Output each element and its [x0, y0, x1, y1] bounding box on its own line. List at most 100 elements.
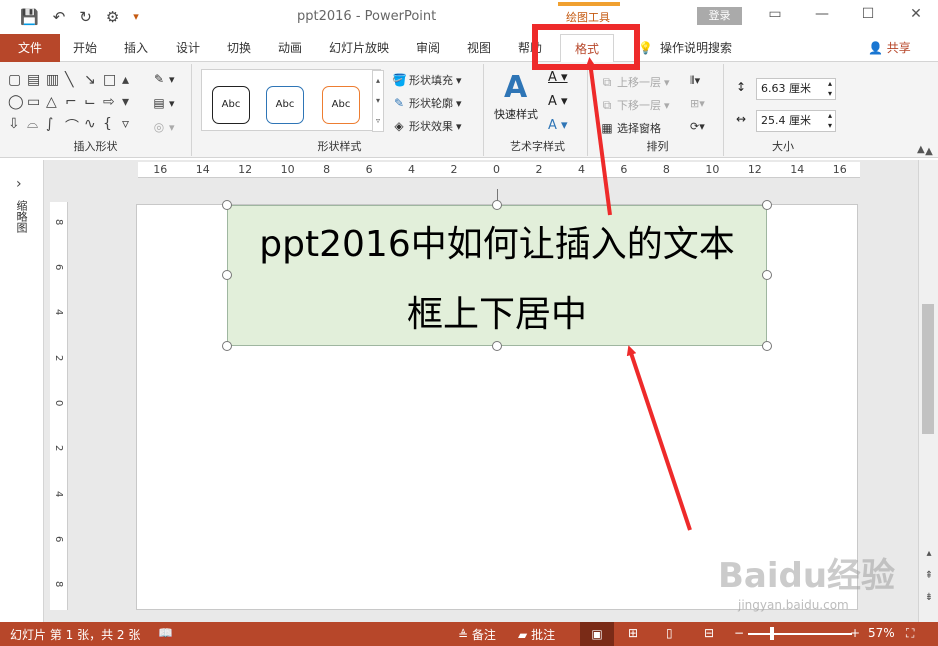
zoom-slider[interactable]	[748, 633, 852, 635]
quick-styles-button[interactable]: 快速样式	[494, 106, 538, 122]
shapes-scroll-icon[interactable]: ▾	[122, 94, 141, 116]
text-fill-icon[interactable]: A ▾	[548, 70, 568, 85]
share-button[interactable]: 👤 共享	[868, 34, 911, 62]
tab-view[interactable]: 视图	[467, 34, 491, 62]
freeform-icon[interactable]: ⌓	[27, 116, 46, 138]
send-backward-button[interactable]: ⧉ 下移一层 ▾	[600, 97, 670, 113]
customize-qat-icon[interactable]: ▾	[133, 8, 139, 26]
group-objects-icon[interactable]: ⊞▾	[690, 97, 705, 110]
shape-style-orange[interactable]: Abc	[322, 86, 360, 124]
vertical-scrollbar[interactable]: ▲ ▴ ⇞ ⇟	[918, 146, 938, 622]
maximize-icon[interactable]: ☐	[858, 6, 878, 22]
align-icon[interactable]: ⫴▾	[690, 74, 700, 88]
lightbulb-icon[interactable]: 💡	[638, 34, 653, 62]
shape-outline-button[interactable]: ✎ 形状轮廓 ▾	[392, 95, 462, 111]
tab-insert[interactable]: 插入	[124, 34, 148, 62]
next-slide-icon[interactable]: ⇟	[922, 592, 936, 603]
curve-icon[interactable]: ∫	[46, 116, 65, 138]
line-icon[interactable]: ╲	[65, 72, 84, 94]
ribbon-display-icon[interactable]: ▭	[765, 6, 785, 22]
rounded-rect-icon[interactable]: ▭	[27, 94, 46, 116]
rectangle-icon[interactable]: □	[103, 72, 122, 94]
edit-shape-icon[interactable]: ✎ ▾	[152, 72, 175, 86]
brace-icon[interactable]: {	[103, 116, 122, 138]
shape-fill-button[interactable]: 🪣 形状填充 ▾	[392, 72, 462, 88]
rotate-icon[interactable]: ⟳▾	[690, 120, 705, 133]
width-spinner-icon[interactable]: ▴ ▾	[828, 111, 832, 131]
login-button[interactable]: 登录	[697, 7, 742, 25]
resize-handle-tr[interactable]	[762, 200, 772, 210]
draw-textbox-icon[interactable]: ▤ ▾	[152, 96, 174, 110]
thumbnails-label[interactable]: 缩略图	[13, 200, 29, 233]
shape-effects-button[interactable]: ◈ 形状效果 ▾	[392, 118, 461, 134]
resize-handle-t[interactable]	[492, 200, 502, 210]
wordart-a-icon[interactable]: A	[504, 70, 527, 105]
expand-thumbnails-icon[interactable]: ›	[16, 176, 22, 192]
save-icon[interactable]: 💾	[20, 8, 39, 26]
oval-icon[interactable]: ◯	[8, 94, 27, 116]
undo-icon[interactable]: ↶	[53, 8, 66, 26]
arc-icon[interactable]: ⌒	[65, 116, 84, 138]
fit-slide-icon[interactable]: ⛶	[906, 626, 914, 641]
width-input[interactable]: 25.4 厘米 ▴ ▾	[756, 110, 836, 132]
slide-sorter-icon[interactable]: ⊞	[628, 626, 638, 640]
more-shapes-icon[interactable]: ▴	[122, 72, 141, 94]
resize-handle-b[interactable]	[492, 341, 502, 351]
shape-style-black[interactable]: Abc	[212, 86, 250, 124]
text-effects-icon[interactable]: A ▾	[548, 118, 568, 133]
bring-forward-button[interactable]: ⧉ 上移一层 ▾	[600, 74, 670, 90]
rectangle-rounded-icon[interactable]: ▢	[8, 72, 27, 94]
vertical-textbox-icon[interactable]: ▥	[46, 72, 65, 94]
close-icon[interactable]: ✕	[906, 6, 926, 22]
resize-handle-tl[interactable]	[222, 200, 232, 210]
present-icon[interactable]: ⚙	[106, 8, 119, 26]
scroll-up-icon[interactable]: ▲	[922, 146, 936, 157]
shapes-gallery[interactable]: ▢ ▤ ▥ ╲ ↘ □ ▴ ◯ ▭ △ ⌐ ⌙ ⇨ ▾ ⇩ ⌓ ∫ ⌒ ∿ {	[8, 72, 141, 138]
shape-style-blue[interactable]: Abc	[266, 86, 304, 124]
down-arrow-icon[interactable]: ⇩	[8, 116, 27, 138]
resize-handle-l[interactable]	[222, 270, 232, 280]
textbox-icon[interactable]: ▤	[27, 72, 46, 94]
merge-shapes-icon[interactable]: ◎ ▾	[152, 120, 175, 134]
tab-file[interactable]: 文件	[0, 34, 60, 62]
shapes-expand-icon[interactable]: ▿	[122, 116, 141, 138]
elbow-connector-icon[interactable]: ⌐	[65, 94, 84, 116]
spellcheck-icon[interactable]: 📖	[158, 626, 173, 640]
height-input[interactable]: 6.63 厘米 ▴ ▾	[756, 78, 836, 100]
style-gallery-scroll[interactable]: ▴ ▾ ▿	[372, 70, 384, 132]
previous-slide-icon[interactable]: ⇞	[922, 570, 936, 581]
scroll-up-small-icon[interactable]: ▴	[922, 548, 936, 559]
comments-button[interactable]: ▰ 批注	[518, 626, 555, 643]
resize-handle-bl[interactable]	[222, 341, 232, 351]
slideshow-icon[interactable]: ⊟	[704, 626, 714, 640]
tab-review[interactable]: 审阅	[416, 34, 440, 62]
tab-design[interactable]: 设计	[176, 34, 200, 62]
normal-view-icon[interactable]: ▣	[580, 622, 614, 646]
zoom-out-icon[interactable]: −	[734, 626, 744, 640]
redo-icon[interactable]: ↻	[79, 8, 92, 26]
textbox-line-1: ppt2016中如何让插入的文本	[259, 224, 735, 265]
resize-handle-br[interactable]	[762, 341, 772, 351]
zoom-slider-knob[interactable]	[770, 627, 774, 640]
notes-button[interactable]: ≜ 备注	[458, 626, 496, 643]
tab-animations[interactable]: 动画	[278, 34, 302, 62]
resize-handle-r[interactable]	[762, 270, 772, 280]
triangle-icon[interactable]: △	[46, 94, 65, 116]
tab-slideshow[interactable]: 幻灯片放映	[329, 34, 389, 62]
tab-transitions[interactable]: 切换	[227, 34, 251, 62]
tell-me-search[interactable]: 操作说明搜索	[660, 34, 732, 62]
reading-view-icon[interactable]: ▯	[666, 626, 673, 640]
right-arrow-icon[interactable]: ⇨	[103, 94, 122, 116]
text-outline-icon[interactable]: A ▾	[548, 94, 568, 109]
textbox[interactable]: ppt2016中如何让插入的文本 框上下居中	[227, 205, 767, 346]
zoom-level[interactable]: 57%	[868, 626, 895, 640]
elbow-arrow-icon[interactable]: ⌙	[84, 94, 103, 116]
minimize-icon[interactable]: —	[812, 6, 832, 22]
selection-pane-button[interactable]: ▦ 选择窗格	[600, 120, 661, 136]
height-spinner-icon[interactable]: ▴ ▾	[828, 79, 832, 99]
wave-icon[interactable]: ∿	[84, 116, 103, 138]
zoom-in-icon[interactable]: +	[850, 626, 860, 640]
tab-home[interactable]: 开始	[73, 34, 97, 62]
arrow-line-icon[interactable]: ↘	[84, 72, 103, 94]
scrollbar-thumb[interactable]	[922, 304, 934, 434]
